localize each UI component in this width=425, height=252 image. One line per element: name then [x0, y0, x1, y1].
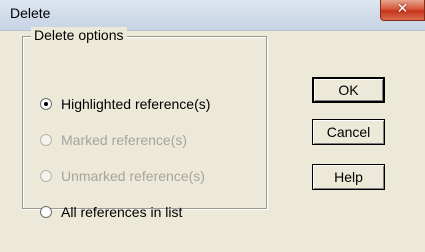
- cancel-button[interactable]: Cancel: [312, 119, 385, 145]
- radio-label: All references in list: [61, 204, 183, 220]
- radio-empty-icon[interactable]: [40, 134, 52, 146]
- radio-all-references[interactable]: All references in list: [40, 202, 182, 222]
- radio-label: Highlighted reference(s): [61, 96, 211, 112]
- ok-button[interactable]: OK: [312, 77, 385, 103]
- delete-options-label: Delete options: [31, 27, 127, 43]
- radio-unmarked-references[interactable]: Unmarked reference(s): [40, 166, 205, 186]
- radio-selected-icon[interactable]: [40, 98, 52, 110]
- radio-label: Marked reference(s): [61, 132, 188, 148]
- window-title: Delete: [10, 5, 51, 21]
- close-icon: ✕: [396, 1, 409, 17]
- radio-highlighted-references[interactable]: Highlighted reference(s): [40, 94, 210, 114]
- radio-marked-references[interactable]: Marked reference(s): [40, 130, 187, 150]
- delete-dialog: Delete ✕ Delete options Highlighted refe…: [0, 0, 425, 252]
- help-button[interactable]: Help: [312, 164, 385, 190]
- radio-empty-icon[interactable]: [40, 170, 52, 182]
- close-button[interactable]: ✕: [380, 0, 425, 21]
- radio-empty-icon[interactable]: [40, 206, 52, 218]
- radio-label: Unmarked reference(s): [61, 168, 205, 184]
